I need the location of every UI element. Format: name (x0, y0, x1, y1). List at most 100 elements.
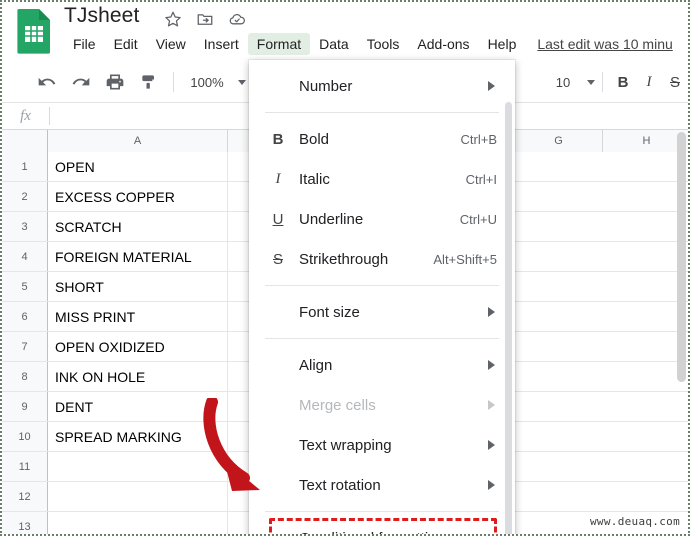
sheet-vertical-scrollbar[interactable] (677, 132, 686, 382)
menu-view[interactable]: View (147, 33, 195, 55)
bold-button[interactable]: B (610, 74, 636, 91)
paint-format-icon[interactable] (135, 68, 163, 96)
redo-icon[interactable] (67, 68, 95, 96)
select-all-corner[interactable] (2, 130, 48, 152)
menu-divider (265, 285, 499, 286)
menu-option-italic[interactable]: I Italic Ctrl+I (249, 159, 515, 199)
cell-a11[interactable] (48, 452, 228, 481)
zoom-value: 100% (190, 74, 224, 90)
strikethrough-button[interactable]: S (662, 74, 688, 91)
menu-divider (265, 511, 499, 512)
menu-option-label: Text rotation (299, 476, 381, 494)
menu-option-shortcut: Ctrl+I (465, 171, 497, 187)
menu-file[interactable]: File (64, 33, 105, 55)
strikethrough-icon: S (272, 250, 283, 268)
menu-divider (265, 112, 499, 113)
cell-a7[interactable]: OPEN OXIDIZED (48, 332, 228, 361)
column-header-a[interactable]: A (48, 130, 228, 152)
row-header[interactable]: 7 (2, 332, 48, 361)
menu-insert[interactable]: Insert (195, 33, 248, 55)
menu-option-shortcut: Ctrl+B (460, 131, 497, 147)
submenu-arrow-icon (488, 360, 495, 370)
app-header: TJsheet File Edit View Insert Format Dat (2, 2, 688, 62)
menu-add-ons[interactable]: Add-ons (408, 33, 478, 55)
toolbar-divider-3 (602, 72, 603, 92)
menu-edit[interactable]: Edit (105, 33, 147, 55)
menu-option-font-size[interactable]: Font size (249, 292, 515, 332)
menu-option-strikethrough[interactable]: S Strikethrough Alt+Shift+5 (249, 239, 515, 279)
menu-option-label: Strikethrough (299, 250, 389, 268)
submenu-arrow-icon (488, 480, 495, 490)
submenu-arrow-icon (488, 440, 495, 450)
row-header[interactable]: 8 (2, 362, 48, 391)
menu-option-conditional-formatting[interactable]: Conditional formatting (249, 518, 515, 535)
menu-divider (265, 338, 499, 339)
undo-icon[interactable] (33, 68, 61, 96)
menu-option-align[interactable]: Align (249, 345, 515, 385)
row-header[interactable]: 3 (2, 212, 48, 241)
underline-icon: U (272, 210, 284, 228)
last-edit-link[interactable]: Last edit was 10 minu (537, 36, 672, 52)
menu-help[interactable]: Help (479, 33, 526, 55)
menu-option-text-rotation[interactable]: Text rotation (249, 465, 515, 505)
cell-a10[interactable]: SPREAD MARKING (48, 422, 228, 451)
cell-a3[interactable]: SCRATCH (48, 212, 228, 241)
cell-a13[interactable] (48, 512, 228, 534)
cell-a4[interactable]: FOREIGN MATERIAL (48, 242, 228, 271)
row-header[interactable]: 6 (2, 302, 48, 331)
menu-data[interactable]: Data (310, 33, 358, 55)
cell-a9[interactable]: DENT (48, 392, 228, 421)
cloud-saved-icon[interactable] (228, 10, 246, 28)
menu-option-label: Conditional formatting (299, 530, 445, 535)
cell-a6[interactable]: MISS PRINT (48, 302, 228, 331)
cell-a2[interactable]: EXCESS COPPER (48, 182, 228, 211)
row-header[interactable]: 12 (2, 482, 48, 511)
star-icon[interactable] (164, 10, 182, 28)
menu-tools[interactable]: Tools (358, 33, 409, 55)
menu-option-label: Italic (299, 170, 330, 188)
menu-option-label: Text wrapping (299, 436, 392, 454)
row-header[interactable]: 4 (2, 242, 48, 271)
submenu-arrow-icon (488, 307, 495, 317)
row-header[interactable]: 11 (2, 452, 48, 481)
print-icon[interactable] (101, 68, 129, 96)
row-header[interactable]: 1 (2, 152, 48, 181)
font-size-selector[interactable]: 10 (548, 75, 595, 90)
menu-option-shortcut: Alt+Shift+5 (433, 251, 497, 267)
document-title[interactable]: TJsheet (64, 4, 139, 28)
chevron-down-icon (238, 79, 246, 85)
menu-option-label: Font size (299, 303, 360, 321)
cell-a5[interactable]: SHORT (48, 272, 228, 301)
menu-option-shortcut: Ctrl+U (459, 211, 497, 227)
move-to-folder-icon[interactable] (196, 10, 214, 28)
row-header[interactable]: 13 (2, 512, 48, 534)
app-window: TJsheet File Edit View Insert Format Dat (0, 0, 690, 536)
menu-option-text-wrapping[interactable]: Text wrapping (249, 425, 515, 465)
fx-label: fx (20, 107, 31, 124)
row-header[interactable]: 9 (2, 392, 48, 421)
toolbar-divider-1 (173, 72, 174, 92)
site-watermark: www.deuaq.com (590, 515, 680, 528)
menu-scrollbar[interactable] (505, 102, 512, 534)
menu-option-number[interactable]: Number (249, 66, 515, 106)
italic-button[interactable]: I (636, 74, 662, 91)
menu-bar: File Edit View Insert Format Data Tools … (64, 33, 673, 55)
row-header[interactable]: 5 (2, 272, 48, 301)
chevron-down-icon (587, 79, 595, 85)
row-header[interactable]: 2 (2, 182, 48, 211)
cell-a8[interactable]: INK ON HOLE (48, 362, 228, 391)
zoom-selector[interactable]: 100% (181, 72, 250, 93)
format-dropdown-menu: Number B Bold Ctrl+B I Italic Ctrl+I U Underline… (249, 60, 515, 535)
menu-option-merge-cells: Merge cells (249, 385, 515, 425)
menu-option-label: Bold (299, 130, 330, 148)
column-header-g[interactable]: G (515, 130, 603, 152)
menu-format[interactable]: Format (247, 33, 311, 55)
menu-option-label: Underline (299, 210, 364, 228)
menu-option-underline[interactable]: U Underline Ctrl+U (249, 199, 515, 239)
cell-a12[interactable] (48, 482, 228, 511)
row-header[interactable]: 10 (2, 422, 48, 451)
italic-icon: I (275, 170, 281, 187)
menu-option-label: Merge cells (299, 396, 376, 414)
cell-a1[interactable]: OPEN (48, 152, 228, 181)
menu-option-bold[interactable]: B Bold Ctrl+B (249, 119, 515, 159)
